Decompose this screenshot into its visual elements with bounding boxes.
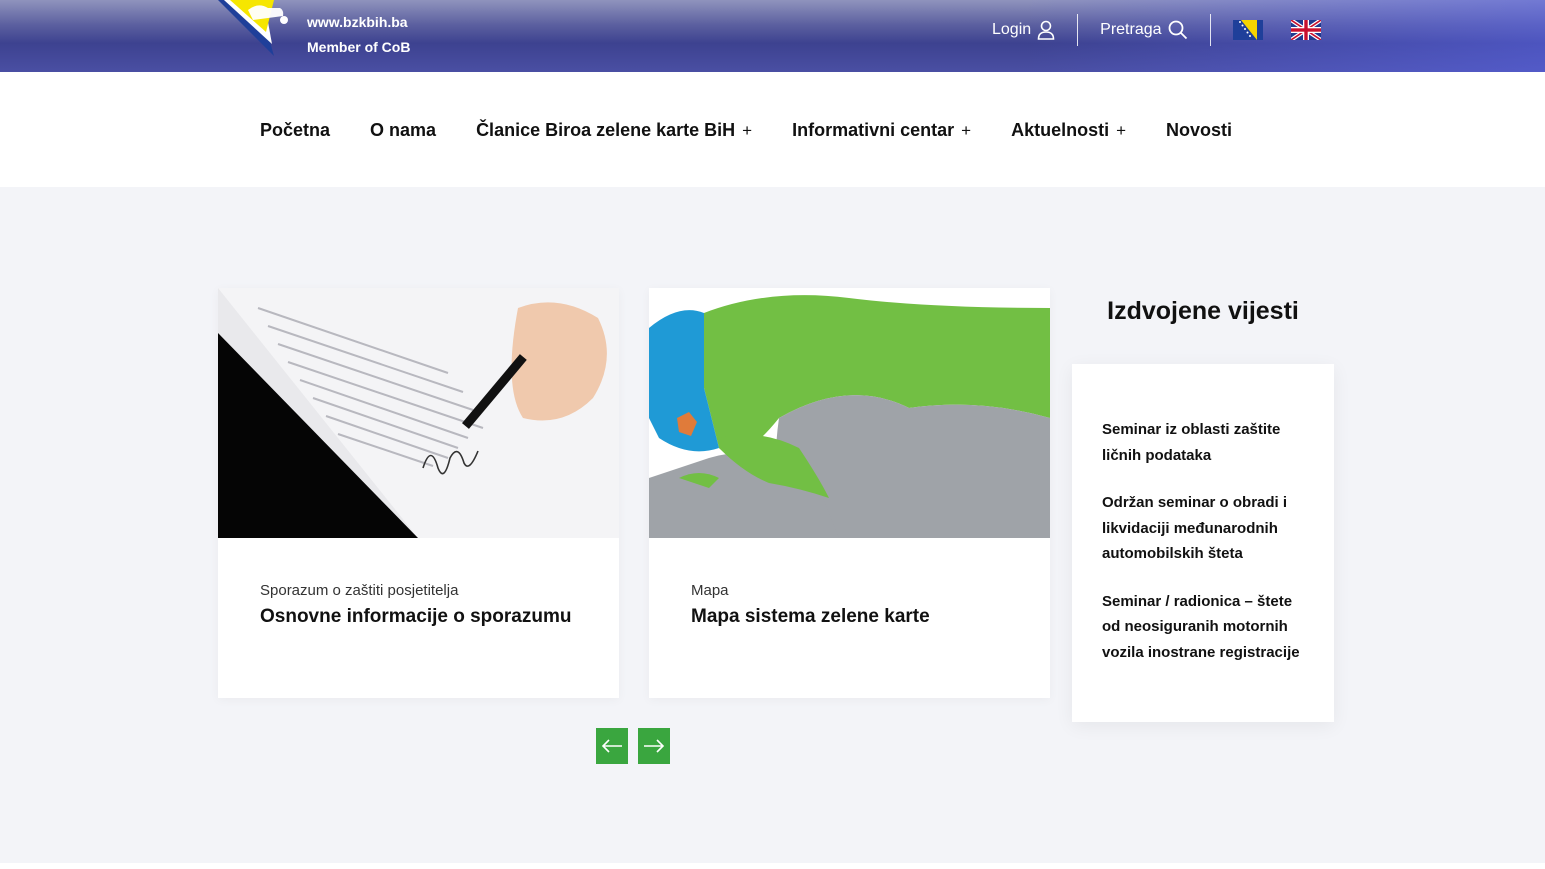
featured-news-box: Seminar iz oblasti zaštite ličnih podata… bbox=[1072, 364, 1334, 722]
card-title[interactable]: Osnovne informacije o sporazumu bbox=[260, 606, 571, 628]
search-label: Pretraga bbox=[1100, 21, 1162, 38]
green-card-map-image bbox=[649, 288, 1050, 538]
bosnia-flag-icon[interactable] bbox=[1232, 20, 1263, 40]
nav-item-pocetna[interactable]: Početna bbox=[260, 120, 330, 141]
featured-news-item[interactable]: Održan seminar o obradi i likvidaciji me… bbox=[1102, 490, 1312, 567]
top-bar: www.bzkbih.ba Member of CoB Login Pretra… bbox=[0, 0, 1545, 72]
news-card[interactable]: Sporazum o zaštiti posjetitelja Osnovne … bbox=[218, 288, 619, 698]
login-button[interactable]: Login bbox=[992, 20, 1055, 40]
signing-document-image bbox=[218, 288, 619, 538]
main-nav: Početna O nama Članice Biroa zelene kart… bbox=[0, 72, 1545, 187]
carousel-next-button[interactable] bbox=[638, 728, 670, 764]
plus-icon: + bbox=[961, 120, 972, 140]
divider bbox=[1077, 14, 1079, 46]
news-card[interactable]: Mapa Mapa sistema zelene karte bbox=[649, 288, 1050, 698]
search-icon bbox=[1168, 20, 1187, 40]
card-category: Mapa bbox=[691, 582, 729, 599]
brand-text: www.bzkbih.ba Member of CoB bbox=[307, 10, 410, 60]
search-button[interactable]: Pretraga bbox=[1100, 20, 1187, 40]
member-text: Member of CoB bbox=[307, 39, 411, 55]
footer-edge bbox=[0, 863, 1545, 869]
nav-item-clanice[interactable]: Članice Biroa zelene karte BiH + bbox=[476, 120, 752, 141]
nav-item-aktuelnosti[interactable]: Aktuelnosti + bbox=[1011, 120, 1126, 141]
nav-item-novosti[interactable]: Novosti bbox=[1166, 120, 1232, 141]
divider bbox=[1209, 14, 1211, 46]
card-category: Sporazum o zaštiti posjetitelja bbox=[260, 582, 459, 599]
plus-icon: + bbox=[1116, 120, 1127, 140]
plus-icon: + bbox=[742, 120, 753, 140]
featured-news-heading: Izdvojene vijesti bbox=[1107, 297, 1299, 325]
featured-news-item[interactable]: Seminar / radionica – štete od neosigura… bbox=[1102, 589, 1312, 666]
bzk-logo[interactable] bbox=[218, 0, 296, 60]
main-section: Sporazum o zaštiti posjetitelja Osnovne … bbox=[0, 187, 1545, 863]
carousel-prev-button[interactable] bbox=[596, 728, 628, 764]
featured-news-item[interactable]: Seminar iz oblasti zaštite ličnih podata… bbox=[1102, 417, 1312, 468]
top-actions: Login Pretraga bbox=[992, 14, 1321, 46]
uk-flag-icon[interactable] bbox=[1290, 20, 1321, 40]
nav-item-informativni-centar[interactable]: Informativni centar + bbox=[792, 120, 971, 141]
login-label: Login bbox=[992, 21, 1032, 38]
nav-item-o-nama[interactable]: O nama bbox=[370, 120, 436, 141]
card-title[interactable]: Mapa sistema zelene karte bbox=[691, 606, 930, 628]
arrow-left-icon bbox=[601, 739, 622, 753]
site-url[interactable]: www.bzkbih.ba bbox=[307, 10, 410, 35]
user-icon bbox=[1037, 20, 1055, 40]
arrow-right-icon bbox=[644, 739, 665, 753]
